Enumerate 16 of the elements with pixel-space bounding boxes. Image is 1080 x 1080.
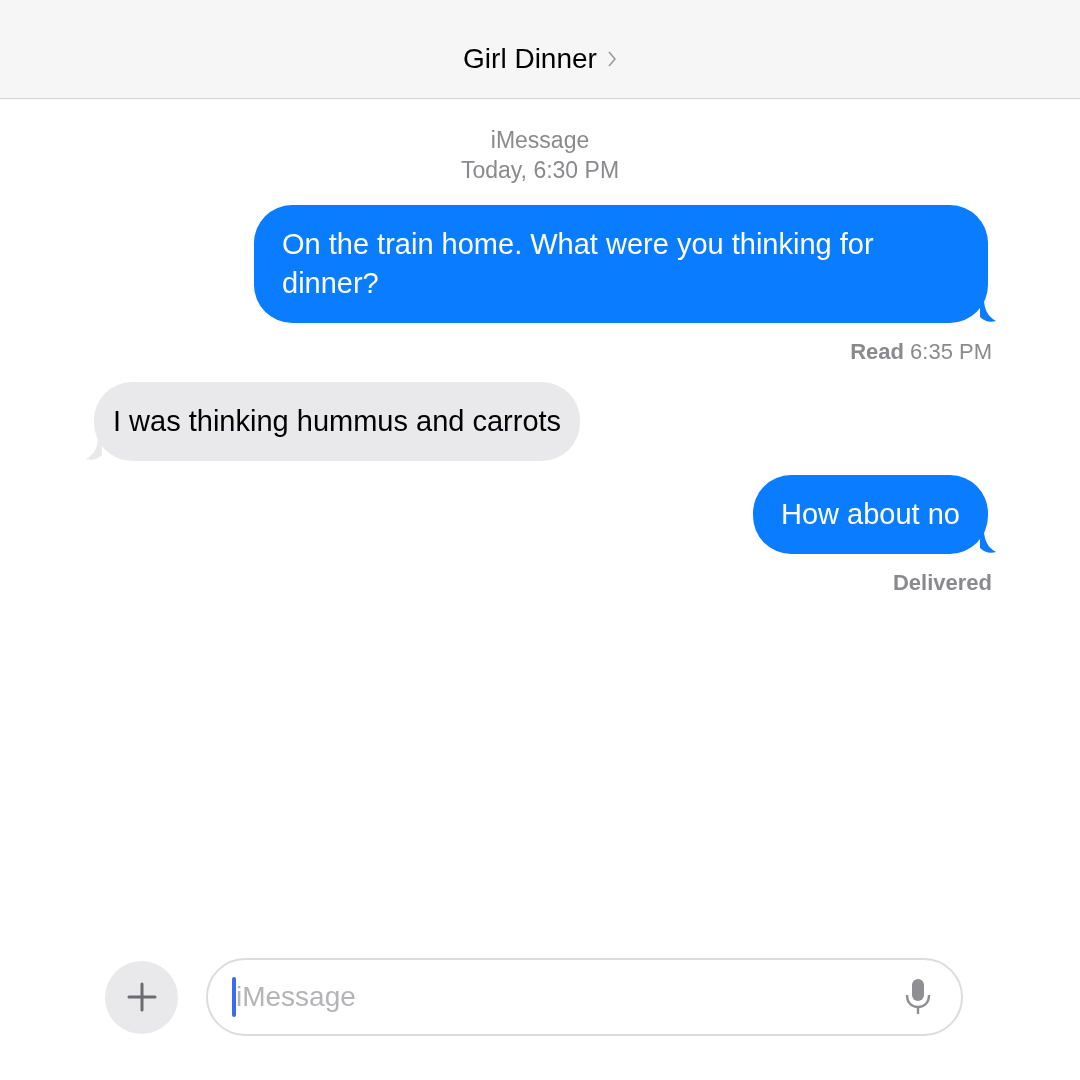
delivery-status: Delivered	[892, 569, 993, 597]
message-bubble: How about no	[753, 475, 988, 554]
bubble-tail	[980, 299, 996, 323]
text-cursor-icon	[232, 977, 236, 1017]
bubble-tail	[980, 530, 996, 554]
chevron-right-icon	[606, 50, 617, 68]
message-field[interactable]: iMessage	[206, 958, 963, 1036]
message-bubble: I was thinking hummus and carrots	[94, 382, 581, 461]
delivery-status: Read 6:35 PM	[850, 338, 993, 366]
contact-name[interactable]: Girl Dinner	[463, 38, 617, 80]
message-bubble: On the train home. What were you thinking for dinner?	[254, 205, 988, 323]
conversation-timestamp: Today, 6:30 PM	[460, 156, 620, 185]
message-input[interactable]: iMessage	[236, 976, 905, 1018]
service-label: iMessage	[490, 126, 590, 155]
microphone-icon[interactable]	[905, 978, 931, 1016]
plus-icon	[126, 982, 157, 1012]
